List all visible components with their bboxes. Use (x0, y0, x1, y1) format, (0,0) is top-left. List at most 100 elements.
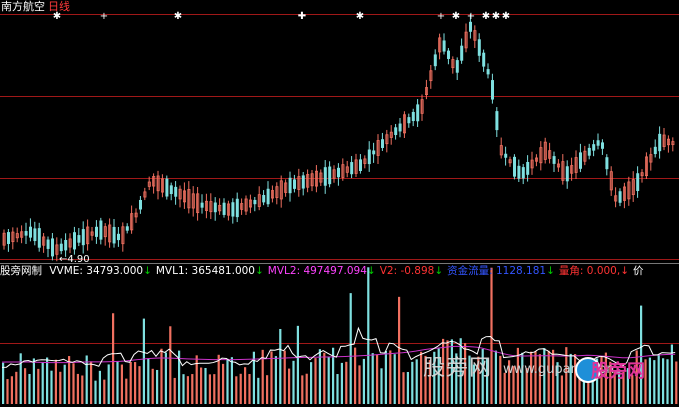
volume-bar (222, 363, 225, 404)
candle-body (618, 191, 622, 203)
candle-body (482, 52, 486, 67)
volume-bar (336, 374, 339, 404)
volume-bar (112, 313, 115, 404)
volume-bar (32, 358, 35, 404)
candle-body (213, 202, 217, 213)
candle-body (596, 140, 600, 146)
volume-bar (314, 358, 317, 404)
volume-bar (393, 354, 396, 404)
candle-body (37, 228, 41, 248)
candle-body (605, 157, 609, 170)
volume-bar (411, 361, 414, 404)
volume-bar (138, 366, 141, 404)
asterisk-icon: ✱ (502, 11, 510, 22)
candle-body (358, 159, 362, 171)
min-price-label: ←4.90 (59, 254, 90, 265)
period-label: 日线 (48, 0, 70, 13)
indicator-item: VVME: 34793.000 (49, 265, 144, 277)
volume-bar (28, 373, 31, 404)
volume-bar (182, 374, 185, 404)
candle-body (323, 167, 327, 186)
volume-bar (310, 362, 313, 404)
indicator-item: V2: -0.898 (379, 265, 435, 277)
title-bar: 南方航空 日线 (1, 0, 70, 13)
volume-bar (2, 362, 5, 404)
asterisk-icon: + (437, 11, 445, 22)
candle-body (517, 165, 521, 179)
candle-body (350, 162, 354, 175)
volume-bar (191, 374, 194, 404)
candle-body (653, 146, 657, 155)
candle-body (579, 152, 583, 169)
volume-bar (345, 361, 348, 404)
volume-bar (72, 363, 75, 404)
candle-body (433, 54, 437, 67)
asterisk-icon: ✱ (492, 11, 500, 22)
volume-bar (15, 371, 18, 404)
volume-bar (230, 357, 233, 404)
asterisk-icon: ✚ (298, 11, 306, 22)
candle-body (372, 150, 376, 155)
gupang-logo: 股旁网 (575, 355, 675, 385)
arrow-down-icon: ↓ (143, 265, 152, 277)
candle-body (490, 80, 494, 100)
volume-bar (371, 353, 374, 404)
candle-body (28, 226, 32, 238)
volume-bar (283, 350, 286, 404)
arrow-down-icon: ↓ (254, 265, 264, 277)
volume-bar (134, 362, 137, 404)
candle-body (398, 123, 402, 132)
arrow-down-icon: ↓ (546, 265, 555, 277)
volume-bar (208, 374, 211, 404)
candle-body (77, 235, 81, 243)
candle-body (394, 127, 398, 136)
volume-bar (217, 354, 220, 404)
indicator-values: VVME: 34793.000↓ MVL1: 365481.000↓ MVL2: 4… (45, 265, 643, 277)
volume-bar (41, 362, 44, 404)
volume-bar (362, 358, 365, 404)
kline-chart[interactable]: ✱ + ✱ ✚ ✱ + ✱ + ✱ ✱ ✱ (0, 0, 679, 407)
volume-bar (266, 375, 269, 404)
volume-bar (296, 325, 299, 404)
volume-bar (6, 379, 9, 404)
candle-body (292, 179, 296, 189)
volume-bar (503, 372, 506, 404)
volume-bar (384, 351, 387, 404)
volume-bar (147, 358, 150, 404)
volume-bar (292, 360, 295, 404)
candle-body (231, 202, 235, 217)
volume-bar (380, 368, 383, 404)
volume-bar (169, 326, 172, 404)
volume-bar (279, 328, 282, 404)
volume-bar (76, 373, 79, 404)
candle-body (33, 228, 37, 242)
candle-body (411, 111, 415, 122)
volume-bar (530, 351, 533, 404)
candle-body (73, 232, 77, 250)
candle-body (592, 144, 596, 151)
candle-body (552, 156, 556, 164)
asterisk-icon: ✱ (482, 11, 490, 22)
volume-bar (24, 368, 27, 404)
watermark-text: 股旁网 (423, 356, 493, 381)
candle-body (658, 133, 662, 152)
arrow-down-icon: ↓ (366, 265, 376, 277)
volume-bar (349, 293, 352, 404)
logo-text: 股旁网 (591, 361, 645, 382)
arrow-down-icon: ↓ (620, 265, 630, 277)
volume-bar (560, 375, 563, 404)
volume-bar (68, 356, 71, 404)
indicator-name[interactable]: 股旁网制 (0, 265, 42, 277)
candle-body (24, 231, 28, 236)
candle-body (99, 220, 103, 240)
volume-bar (59, 371, 62, 404)
volume-bar (235, 376, 238, 404)
candle-body (495, 111, 499, 131)
indicator-item: 量角: 0.000, (558, 265, 621, 277)
volume-bar (142, 318, 145, 404)
candle-body (367, 149, 371, 165)
candle-body (288, 177, 292, 194)
indicator-item: 资金流量: 1128.181 (447, 265, 547, 277)
volume-bar (10, 376, 13, 404)
candle-body (455, 60, 459, 73)
